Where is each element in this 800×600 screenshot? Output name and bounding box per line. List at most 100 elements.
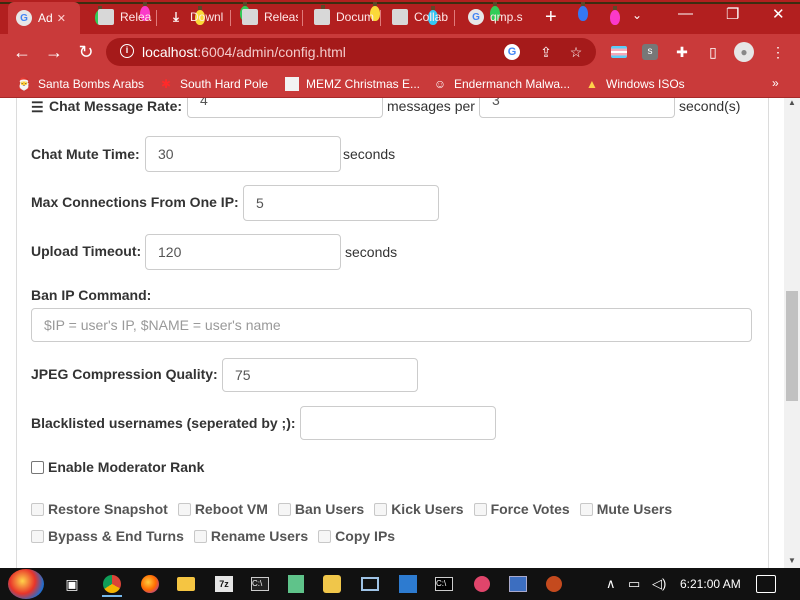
reload-icon[interactable]: ↻ bbox=[74, 40, 98, 64]
permission-copy-ips[interactable]: Copy IPs bbox=[318, 528, 395, 544]
tab-label: Downl bbox=[190, 10, 224, 24]
permission-rename-users[interactable]: Rename Users bbox=[193, 528, 308, 544]
scroll-down-arrow-icon[interactable]: ▼ bbox=[788, 556, 796, 565]
permission-checkbox[interactable] bbox=[374, 502, 388, 516]
enable-moderator-label: Enable Moderator Rank bbox=[48, 459, 205, 475]
chat-rate-messages-input[interactable]: 4 bbox=[187, 98, 383, 118]
permission-checkbox[interactable] bbox=[193, 529, 207, 543]
permission-checkbox[interactable] bbox=[177, 502, 191, 516]
chat-rate-suffix: second(s) bbox=[679, 98, 741, 114]
7zip-icon[interactable]: 7z bbox=[210, 571, 238, 597]
permission-restore-snapshot[interactable]: Restore Snapshot bbox=[31, 501, 168, 517]
chat-rate-middle-text: messages per bbox=[387, 98, 475, 114]
scrollbar-thumb[interactable] bbox=[786, 291, 798, 401]
tab-search-chevron-icon[interactable]: ⌄ bbox=[632, 8, 642, 22]
upload-timeout-input[interactable]: 120 bbox=[145, 234, 341, 270]
bookmark-santa-bombs-arabs[interactable]: 🎅 Santa Bombs Arabs bbox=[16, 76, 145, 92]
notifications-icon[interactable] bbox=[756, 575, 776, 593]
extension-flag-icon[interactable] bbox=[609, 42, 629, 62]
page-scrollbar[interactable]: ▲ ▼ bbox=[784, 98, 800, 568]
url-text[interactable]: localhost:6004/admin/config.html bbox=[142, 44, 346, 60]
paint-icon[interactable] bbox=[318, 571, 346, 597]
back-arrow-icon[interactable]: ← bbox=[10, 40, 34, 64]
permission-checkbox[interactable] bbox=[473, 502, 487, 516]
jpeg-quality-input[interactable]: 75 bbox=[222, 358, 418, 392]
permission-force-votes[interactable]: Force Votes bbox=[473, 501, 570, 517]
vscode-icon[interactable] bbox=[394, 571, 422, 597]
bookmark-memz-christmas[interactable]: MEMZ Christmas E... bbox=[284, 76, 420, 92]
new-tab-button[interactable]: + bbox=[545, 6, 557, 29]
restore-icon[interactable]: ❐ bbox=[726, 5, 739, 23]
page-viewport: ☰ Chat Message Rate: 4 messages per 3 se… bbox=[0, 98, 784, 568]
tab-download[interactable]: ⤓ Downl bbox=[160, 4, 226, 30]
profile-avatar-icon[interactable]: ● bbox=[734, 42, 754, 62]
forward-arrow-icon[interactable]: → bbox=[42, 40, 66, 64]
chrome-icon[interactable] bbox=[98, 571, 126, 597]
permission-checkbox[interactable] bbox=[31, 529, 44, 543]
chat-mute-input[interactable]: 30 bbox=[145, 136, 341, 172]
bookmarks-bar: 🎅 Santa Bombs Arabs ✱ South Hard Pole ME… bbox=[0, 70, 800, 98]
santa-icon: 🎅 bbox=[16, 77, 32, 91]
permission-checkbox[interactable] bbox=[318, 529, 332, 543]
file-explorer-icon[interactable] bbox=[172, 571, 200, 597]
info-icon[interactable]: i bbox=[120, 44, 134, 58]
network-tray-icon[interactable]: ▭ bbox=[628, 576, 640, 592]
tab-separator bbox=[302, 10, 303, 26]
bookmarks-overflow-button[interactable]: » bbox=[772, 76, 779, 90]
bookmark-south-hard-pole[interactable]: ✱ South Hard Pole bbox=[158, 76, 268, 92]
enable-moderator-checkbox[interactable] bbox=[31, 460, 44, 474]
volume-icon[interactable]: ◁) bbox=[652, 576, 666, 592]
monitor-icon[interactable] bbox=[356, 571, 384, 597]
cmd-icon[interactable]: C:\ bbox=[430, 571, 458, 597]
tab-documentation[interactable]: Docum bbox=[306, 4, 376, 30]
bookmark-star-icon[interactable]: ☆ bbox=[568, 44, 584, 60]
start-button[interactable] bbox=[8, 569, 44, 599]
menu-kebab-icon[interactable]: ⋮ bbox=[768, 42, 788, 62]
page-icon bbox=[284, 76, 300, 92]
ban-ip-input[interactable]: $IP = user's IP, $NAME = user's name bbox=[31, 308, 752, 342]
tab-separator bbox=[156, 10, 157, 26]
tab-qmp[interactable]: G qmp.s bbox=[460, 4, 526, 30]
google-lens-icon[interactable]: G bbox=[504, 44, 520, 60]
terminal-icon[interactable]: C:\ bbox=[246, 571, 274, 597]
max-connections-label: Max Connections From One IP: bbox=[31, 194, 239, 210]
tab-label: Ad bbox=[38, 11, 53, 25]
scroll-up-arrow-icon[interactable]: ▲ bbox=[788, 98, 796, 107]
permission-checkbox[interactable] bbox=[31, 502, 44, 516]
app-icon[interactable] bbox=[468, 571, 496, 597]
permission-checkbox[interactable] bbox=[579, 502, 593, 516]
close-window-icon[interactable]: ✕ bbox=[772, 5, 785, 23]
blacklist-input[interactable] bbox=[300, 406, 496, 440]
tab-releases-2[interactable]: Releas bbox=[234, 4, 298, 30]
permission-bypass-end-turns[interactable]: Bypass & End Turns bbox=[31, 528, 184, 544]
permission-kick-users[interactable]: Kick Users bbox=[374, 501, 464, 517]
tray-chevron-icon[interactable]: ∧ bbox=[606, 576, 616, 592]
chat-rate-seconds-input[interactable]: 3 bbox=[479, 98, 675, 118]
tab-collab[interactable]: Collab bbox=[384, 4, 450, 30]
browser-icon[interactable] bbox=[540, 571, 568, 597]
windows-taskbar: ▣ 7z C:\ C:\ ∧ ▭ ◁) 6:21:00 AM bbox=[0, 568, 800, 600]
tab-label: qmp.s bbox=[490, 10, 523, 24]
permission-reboot-vm[interactable]: Reboot VM bbox=[177, 501, 268, 517]
permission-checkbox[interactable] bbox=[277, 502, 291, 516]
tab-releases-1[interactable]: Releas bbox=[90, 4, 152, 30]
notepad-icon[interactable] bbox=[282, 571, 310, 597]
bookmark-windows-isos[interactable]: ▲ Windows ISOs bbox=[584, 76, 685, 92]
clock[interactable]: 6:21:00 AM bbox=[680, 577, 741, 591]
firefox-icon[interactable] bbox=[136, 571, 164, 597]
network-icon[interactable] bbox=[504, 571, 532, 597]
extension-s-icon[interactable]: s bbox=[640, 42, 660, 62]
tab-admin[interactable]: G Ad ✕ bbox=[8, 2, 80, 34]
blacklist-label: Blacklisted usernames (seperated by ;): bbox=[31, 415, 296, 431]
close-tab-icon[interactable]: ✕ bbox=[57, 12, 66, 25]
side-panel-icon[interactable]: ▯ bbox=[703, 42, 723, 62]
max-connections-input[interactable]: 5 bbox=[243, 185, 439, 221]
share-icon[interactable]: ⇪ bbox=[538, 44, 554, 60]
minimize-icon[interactable]: — bbox=[678, 5, 693, 22]
permission-mute-users[interactable]: Mute Users bbox=[579, 501, 672, 517]
address-bar[interactable]: i localhost:6004/admin/config.html G ⇪ ☆ bbox=[106, 38, 596, 66]
task-view-icon[interactable]: ▣ bbox=[58, 571, 86, 597]
permission-ban-users[interactable]: Ban Users bbox=[277, 501, 364, 517]
bookmark-endermanch-malware[interactable]: ☺ Endermanch Malwa... bbox=[432, 76, 570, 92]
extensions-puzzle-icon[interactable]: ✚ bbox=[672, 42, 692, 62]
